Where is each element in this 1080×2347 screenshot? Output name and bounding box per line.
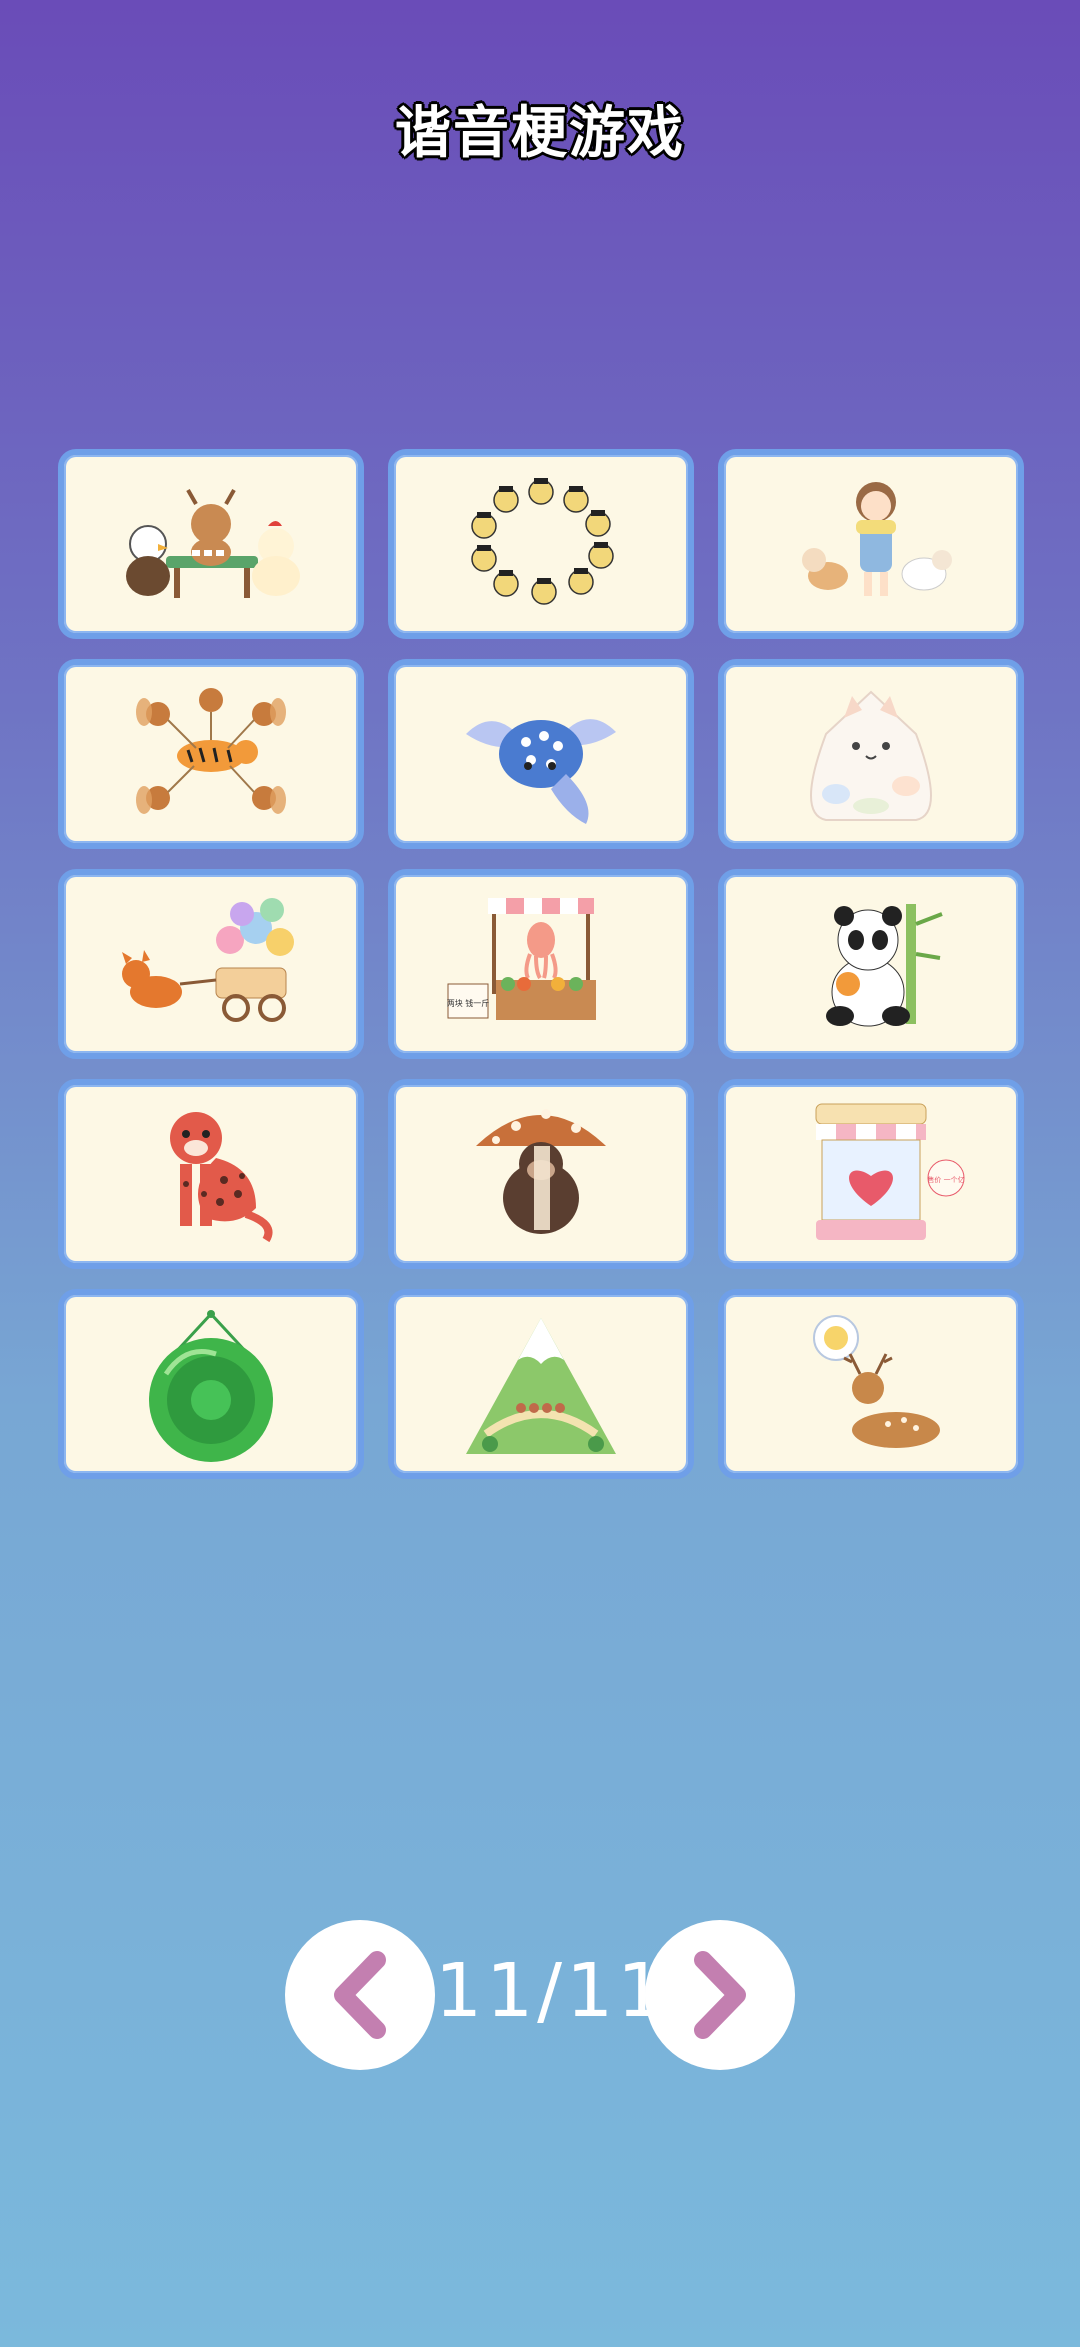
price-sign-text: 两块 钱一斤 (447, 998, 490, 1008)
level-card-12[interactable]: 售价 一个亿 (718, 1079, 1024, 1269)
level-card-14[interactable] (388, 1289, 694, 1479)
fox-pulling-lollipop-cart-icon (122, 898, 294, 1022)
page-indicator: 11/11 (435, 1948, 669, 2034)
level-card-11[interactable] (388, 1079, 694, 1269)
gorilla-under-mushroom-icon (476, 1109, 606, 1234)
level-card-15[interactable] (718, 1289, 1024, 1479)
squid-at-market-stall-icon: 两块 钱一斤 (447, 898, 596, 1020)
deer-dreaming-chick-icon (813, 1315, 940, 1448)
level-card-4[interactable] (58, 659, 364, 849)
figures-in-circle-icon (471, 478, 614, 605)
level-card-7[interactable] (58, 869, 364, 1059)
page-title: 谐音梗游戏 (395, 100, 685, 166)
price-tag-text: 售价 一个亿 (927, 1175, 964, 1184)
animals-playing-mahjong-icon (126, 489, 300, 598)
level-card-9[interactable] (718, 869, 1024, 1059)
green-gong-icon (149, 1310, 273, 1462)
snowy-mountain-icon (466, 1318, 616, 1454)
chubby-cat-icon (810, 690, 932, 821)
level-card-2[interactable] (388, 449, 694, 639)
level-card-13[interactable] (58, 1289, 364, 1479)
girl-with-dog-and-sheep-icon (802, 482, 952, 596)
previous-page-button[interactable] (285, 1920, 435, 2070)
level-card-1[interactable] (58, 449, 364, 639)
level-card-6[interactable] (718, 659, 1024, 849)
pagination-bar: 11/11 (0, 1920, 1080, 2070)
level-card-10[interactable] (58, 1079, 364, 1269)
level-grid: 两块 钱一斤 售价 一个亿 (58, 449, 1024, 1479)
level-card-3[interactable] (718, 449, 1024, 639)
red-leopard-icon (170, 1112, 273, 1243)
chevron-right-icon (694, 1951, 746, 2039)
squirrels-around-tiger-icon (136, 688, 286, 814)
panda-with-bamboo-icon (826, 904, 943, 1027)
level-card-8[interactable]: 两块 钱一斤 (388, 869, 694, 1059)
heart-claw-machine-icon: 售价 一个亿 (815, 1103, 965, 1240)
level-card-5[interactable] (388, 659, 694, 849)
next-page-button[interactable] (645, 1920, 795, 2070)
chevron-left-icon (334, 1951, 386, 2039)
blue-winged-fish-icon (466, 719, 616, 824)
